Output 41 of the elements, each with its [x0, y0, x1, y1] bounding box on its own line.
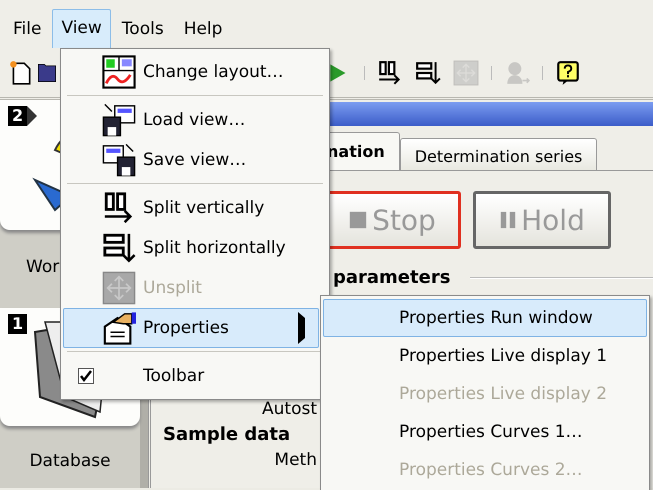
menu-item[interactable]: Help — [174, 10, 232, 48]
checkbox[interactable] — [78, 368, 94, 384]
move-arrows-icon — [102, 271, 136, 305]
triangle-icon — [27, 106, 38, 126]
menu-item[interactable]: Tools — [112, 10, 173, 48]
menu-item[interactable]: Properties Curves 1… — [323, 413, 647, 451]
split-vertical-button[interactable] — [377, 60, 403, 86]
menu-item[interactable]: Properties — [63, 308, 319, 348]
split-horizontal-icon — [102, 231, 136, 265]
pause-icon — [499, 209, 518, 231]
workspace-label: Wor — [26, 256, 60, 278]
square-icon — [348, 209, 368, 231]
number-badge: 2 — [8, 106, 28, 126]
menu-item[interactable]: Split vertically — [63, 188, 319, 228]
section-heading: Sample data — [162, 424, 292, 445]
move-arrows-icon — [453, 60, 479, 86]
help-button[interactable] — [555, 60, 581, 86]
split-horizontal-icon — [415, 60, 441, 86]
menu-item[interactable]: Properties Live display 1 — [323, 337, 647, 375]
help-icon — [555, 60, 581, 86]
hand-document-icon — [102, 311, 136, 345]
menu-item[interactable]: View — [52, 9, 111, 48]
field-label: Meth — [273, 450, 317, 470]
floppy-window-icon — [102, 143, 136, 177]
number-badge: 1 — [8, 314, 28, 334]
split-horizontal-button[interactable] — [415, 60, 441, 86]
field-label: Autost — [261, 399, 317, 419]
floppy-window-icon — [102, 103, 136, 137]
section-title: parameters — [333, 267, 450, 288]
workspace-label: Database — [29, 450, 111, 472]
split-vertical-icon — [377, 60, 403, 86]
menu-item[interactable]: Toolbar — [63, 356, 319, 396]
tab[interactable]: Determination series — [400, 138, 598, 170]
menu-item[interactable]: File — [4, 10, 50, 48]
menu-item[interactable]: Properties Run window — [323, 299, 647, 337]
menu-item[interactable]: Split horizontally — [63, 228, 319, 268]
submenu-arrow-icon — [298, 312, 305, 344]
layout-icon — [102, 55, 136, 89]
folder-icon — [38, 64, 56, 82]
folder-button[interactable] — [38, 64, 56, 82]
checkmark-icon — [79, 369, 93, 383]
